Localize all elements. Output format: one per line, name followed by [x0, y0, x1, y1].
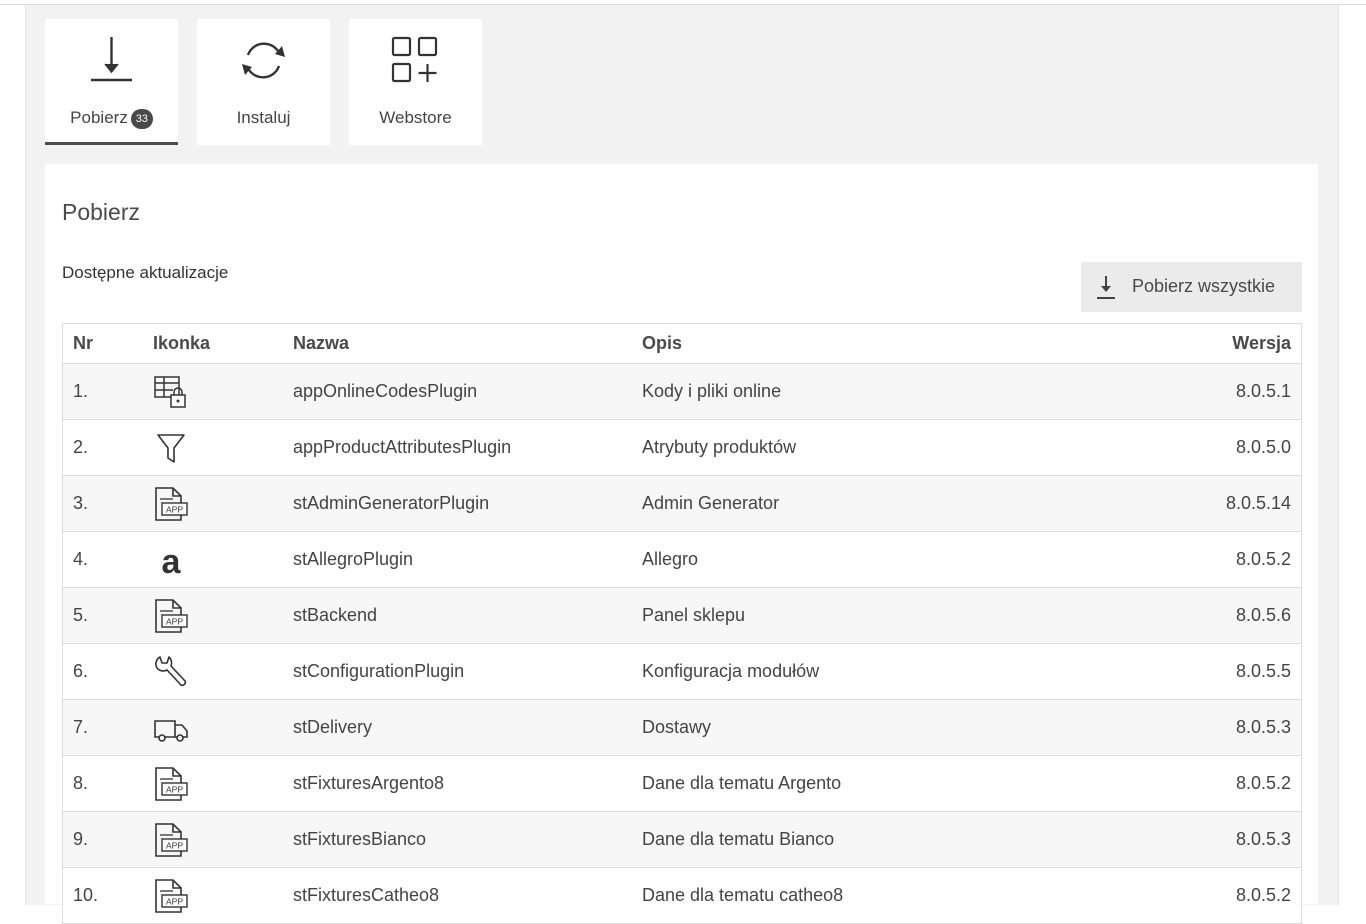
tab-webstore-label: Webstore [379, 108, 452, 127]
row-version: 8.0.5.5 [1121, 643, 1302, 700]
row-nr: 10. [62, 867, 143, 924]
row-icon-cell [143, 867, 283, 924]
table-lock-icon [153, 374, 189, 410]
row-icon-cell [143, 531, 283, 588]
header-icon[interactable]: Ikonka [143, 323, 283, 364]
row-name: stFixturesBianco [283, 811, 632, 868]
app-file-icon [153, 878, 189, 914]
row-name: stFixturesArgento8 [283, 755, 632, 812]
row-icon-cell [143, 475, 283, 532]
truck-icon [153, 710, 189, 746]
row-desc: Allegro [632, 531, 1121, 588]
tab-webstore[interactable]: Webstore [349, 19, 482, 145]
row-version: 8.0.5.3 [1121, 699, 1302, 756]
tab-pobierz[interactable]: Pobierz 33 [45, 19, 178, 145]
table-row[interactable]: 6. stConfigurationPlugin Konfiguracja modu… [62, 643, 1302, 700]
panel-subtitle: Dostępne aktualizacje [62, 263, 229, 282]
table-row[interactable]: 9. stFixturesBianco Dane dla tematu Bianco… [62, 811, 1302, 868]
row-desc: Atrybuty produktów [632, 419, 1121, 476]
download-all-button[interactable]: Pobierz wszystkie [1081, 262, 1302, 312]
row-version: 8.0.5.14 [1121, 475, 1302, 532]
table-row[interactable]: 10. stFixturesCatheo8 Dane dla tematu cath… [62, 867, 1302, 924]
row-desc: Kody i pliki online [632, 363, 1121, 420]
row-nr: 2. [62, 419, 143, 476]
download-all-label: Pobierz wszystkie [1132, 276, 1276, 296]
header-nr[interactable]: Nr [62, 323, 143, 364]
row-name: stAdminGeneratorPlugin [283, 475, 632, 532]
tab-label-text: Pobierz [70, 108, 128, 127]
download-icon [86, 35, 137, 86]
header-version[interactable]: Wersja [1121, 323, 1302, 364]
row-icon-cell [143, 699, 283, 756]
row-desc: Konfiguracja modułów [632, 643, 1121, 700]
apps-add-icon [390, 35, 441, 86]
row-nr: 4. [62, 531, 143, 588]
row-icon-cell [143, 643, 283, 700]
filter-icon [153, 430, 189, 466]
row-version: 8.0.5.3 [1121, 811, 1302, 868]
table-row[interactable]: 4. stAllegroPlugin Allegro 8.0.5.2 [62, 531, 1302, 588]
row-icon-cell [143, 755, 283, 812]
row-desc: Dane dla tematu Argento [632, 755, 1121, 812]
row-name: appOnlineCodesPlugin [283, 363, 632, 420]
table-row[interactable]: 3. stAdminGeneratorPlugin Admin Generator 8… [62, 475, 1302, 532]
app-file-icon [153, 486, 189, 522]
row-name: stAllegroPlugin [283, 531, 632, 588]
allegro-icon [153, 542, 189, 578]
row-desc: Dane dla tematu catheo8 [632, 867, 1121, 924]
row-desc: Dostawy [632, 699, 1121, 756]
row-name: appProductAttributesPlugin [283, 419, 632, 476]
tab-bar: Pobierz 33 Instaluj Webstore [45, 19, 482, 145]
sync-icon [238, 35, 289, 86]
row-nr: 8. [62, 755, 143, 812]
table-header-row: Nr Ikonka Nazwa Opis Wersja [62, 323, 1302, 364]
panel-title: Pobierz [62, 199, 140, 225]
row-nr: 5. [62, 587, 143, 644]
tab-pobierz-label: Pobierz 33 [45, 108, 178, 129]
row-version: 8.0.5.6 [1121, 587, 1302, 644]
row-icon-cell [143, 587, 283, 644]
row-version: 8.0.5.2 [1121, 755, 1302, 812]
wrench-icon [153, 654, 189, 690]
row-desc: Admin Generator [632, 475, 1121, 532]
app-file-icon [153, 598, 189, 634]
download-icon [1097, 276, 1115, 299]
row-nr: 7. [62, 699, 143, 756]
tab-instaluj-label: Instaluj [236, 108, 291, 127]
row-desc: Panel sklepu [632, 587, 1121, 644]
row-version: 8.0.5.1 [1121, 363, 1302, 420]
row-version: 8.0.5.2 [1121, 531, 1302, 588]
row-icon-cell [143, 363, 283, 420]
table-row[interactable]: 7. stDelivery Dostawy 8.0.5.3 [62, 699, 1302, 756]
row-name: stDelivery [283, 699, 632, 756]
tab-instaluj[interactable]: Instaluj [197, 19, 330, 145]
row-nr: 6. [62, 643, 143, 700]
count-badge: 33 [130, 109, 153, 129]
row-nr: 9. [62, 811, 143, 868]
header-desc[interactable]: Opis [632, 323, 1121, 364]
row-icon-cell [143, 419, 283, 476]
table-row[interactable]: 8. stFixturesArgento8 Dane dla tematu Arge… [62, 755, 1302, 812]
row-version: 8.0.5.2 [1121, 867, 1302, 924]
row-version: 8.0.5.0 [1121, 419, 1302, 476]
app-file-icon [153, 822, 189, 858]
row-nr: 1. [62, 363, 143, 420]
table-row[interactable]: 1. appOnlineCodesPlugin Kody i pliki onlin… [62, 363, 1302, 420]
table-row[interactable]: 5. stBackend Panel sklepu 8.0.5.6 [62, 587, 1302, 644]
row-desc: Dane dla tematu Bianco [632, 811, 1121, 868]
row-name: stBackend [283, 587, 632, 644]
updates-table: Nr Ikonka Nazwa Opis Wersja 1. appOnlineC… [62, 323, 1302, 924]
row-icon-cell [143, 811, 283, 868]
row-name: stConfigurationPlugin [283, 643, 632, 700]
row-name: stFixturesCatheo8 [283, 867, 632, 924]
row-nr: 3. [62, 475, 143, 532]
app-file-icon [153, 766, 189, 802]
header-name[interactable]: Nazwa [283, 323, 632, 364]
updates-panel: Pobierz Dostępne aktualizacje Pobierz ws… [45, 164, 1318, 924]
table-row[interactable]: 2. appProductAttributesPlugin Atrybuty pro… [62, 419, 1302, 476]
